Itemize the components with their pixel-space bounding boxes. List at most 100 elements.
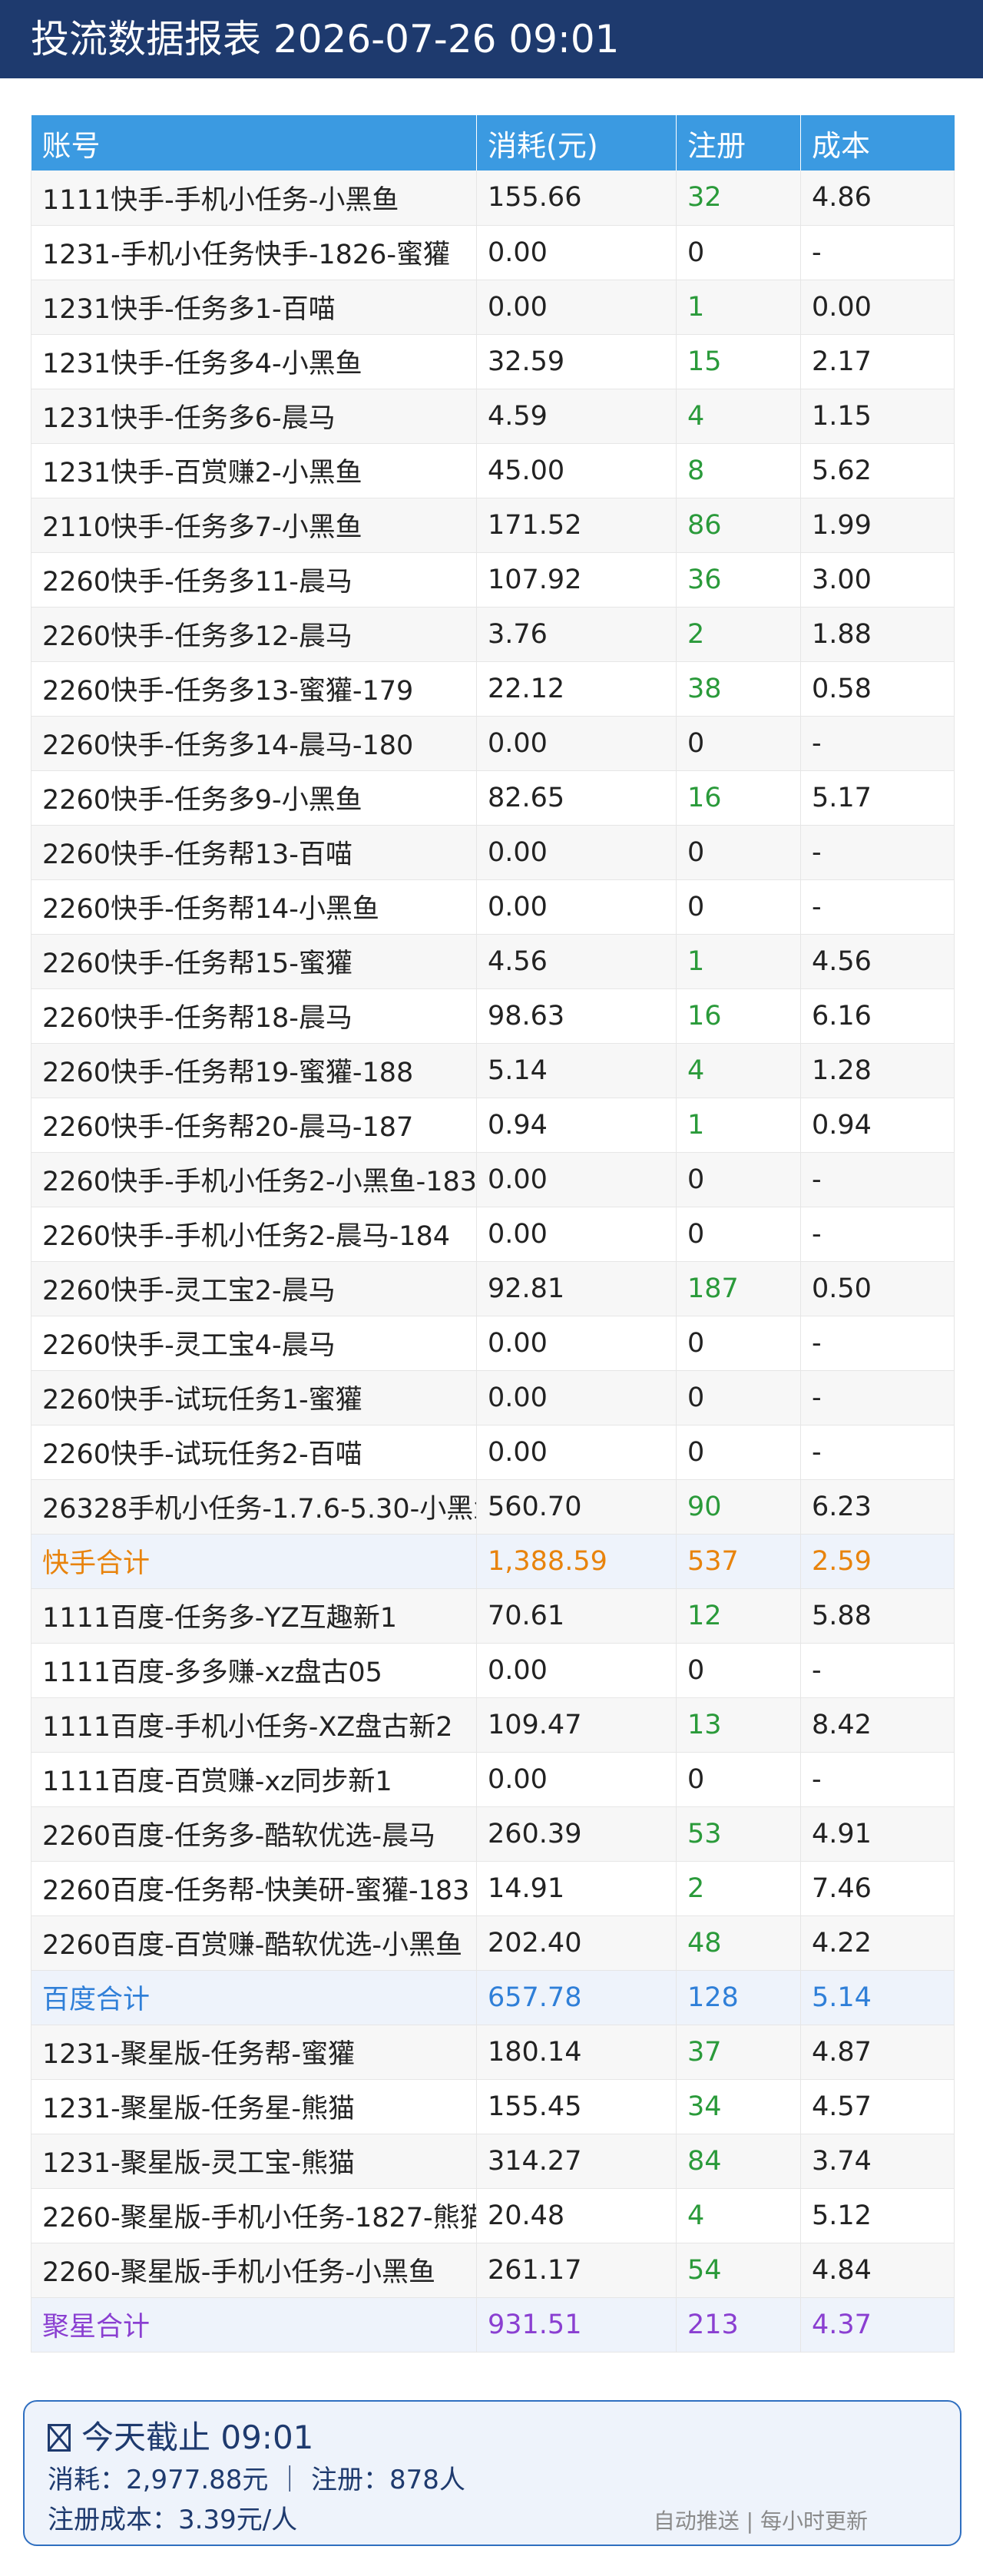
table-header-row: 账号 消耗(元) 注册 成本 bbox=[31, 115, 955, 171]
cell-account: 2260快手-任务帮19-蜜獾-188 bbox=[31, 1043, 477, 1098]
cell-cost: - bbox=[800, 1370, 955, 1425]
table-row: 2260快手-灵工宝4-晨马 0.00 0- bbox=[31, 1316, 955, 1371]
cell-account: 2260快手-任务帮18-晨马 bbox=[31, 988, 477, 1044]
table-row: 1231快手-百赏赚2-小黑鱼 45.00 8 5.62 bbox=[31, 443, 955, 498]
clock-icon bbox=[48, 2424, 71, 2452]
cell-account: 2260快手-手机小任务2-小黑鱼-183 bbox=[31, 1152, 477, 1207]
cell-spend: 4.59 bbox=[476, 389, 677, 444]
table-row: 1111百度-任务多-YZ互趣新1 70.61 12 5.88 bbox=[31, 1588, 955, 1644]
cell-cost: 1.15 bbox=[800, 389, 955, 444]
cell-cost: 0.50 bbox=[800, 1261, 955, 1316]
table-row: 1231-聚星版-任务星-熊猫 155.45 34 4.57 bbox=[31, 2079, 955, 2134]
cell-cost: 5.12 bbox=[800, 2188, 955, 2243]
column-header-spend: 消耗(元) bbox=[476, 115, 677, 171]
table-row: 2260快手-任务帮15-蜜獾 4.56 1 4.56 bbox=[31, 934, 955, 989]
cell-account: 2260快手-任务多14-晨马-180 bbox=[31, 716, 477, 771]
update-note: 自动推送 | 每小时更新 bbox=[653, 2508, 868, 2534]
cell-cost: 2.17 bbox=[800, 334, 955, 389]
cell-spend: 657.78 bbox=[476, 1970, 677, 2025]
cell-register: 0 bbox=[676, 225, 801, 280]
cell-spend: 260.39 bbox=[476, 1806, 677, 1862]
cell-account: 2260-聚星版-手机小任务-1827-熊猫 bbox=[31, 2188, 477, 2243]
cell-spend: 107.92 bbox=[476, 552, 677, 608]
summary-title: 今天截止 09:01 bbox=[81, 2419, 314, 2456]
cell-spend: 0.00 bbox=[476, 1370, 677, 1425]
table-row: 2260百度-任务多-酷软优选-晨马 260.39 53 4.91 bbox=[31, 1806, 955, 1862]
cell-account: 2260百度-百赏赚-酷软优选-小黑鱼 bbox=[31, 1915, 477, 1971]
column-header-register: 注册 bbox=[676, 115, 801, 171]
cell-register: 84 bbox=[676, 2134, 801, 2189]
cell-account: 2260百度-任务帮-快美研-蜜獾-183 bbox=[31, 1861, 477, 1916]
summary-bottom-row: 注册成本：3.39元/人 自动推送 | 每小时更新 bbox=[48, 2500, 937, 2540]
cell-spend: 0.00 bbox=[476, 1152, 677, 1207]
table-row: 2260快手-任务多13-蜜獾-179 22.12 38 0.58 bbox=[31, 661, 955, 717]
cell-register: 0 bbox=[676, 1370, 801, 1425]
table-row: 1111快手-手机小任务-小黑鱼 155.66 32 4.86 bbox=[31, 171, 955, 226]
cell-cost: 5.17 bbox=[800, 770, 955, 826]
cell-register: 16 bbox=[676, 988, 801, 1044]
cell-register: 90 bbox=[676, 1479, 801, 1535]
table-row: 2260快手-任务多12-晨马 3.76 2 1.88 bbox=[31, 607, 955, 662]
cell-spend: 0.00 bbox=[476, 225, 677, 280]
cell-account: 2260快手-任务帮14-小黑鱼 bbox=[31, 879, 477, 935]
cell-cost: 1.28 bbox=[800, 1043, 955, 1098]
table-body: 1111快手-手机小任务-小黑鱼 155.66 32 4.86 1231-手机小任务快手… bbox=[31, 171, 955, 2353]
table-row: 2110快手-任务多7-小黑鱼 171.52 86 1.99 bbox=[31, 498, 955, 553]
cell-cost: 6.23 bbox=[800, 1479, 955, 1535]
cell-cost: 2.59 bbox=[800, 1534, 955, 1589]
cell-cost: 1.99 bbox=[800, 498, 955, 553]
table-row: 2260快手-任务帮19-蜜獾-188 5.14 4 1.28 bbox=[31, 1043, 955, 1098]
table-row: 1111百度-多多赚-xz盘古05 0.00 0- bbox=[31, 1643, 955, 1698]
cell-register: 1 bbox=[676, 934, 801, 989]
cell-register: 16 bbox=[676, 770, 801, 826]
cell-cost: 0.94 bbox=[800, 1098, 955, 1153]
cell-register: 2 bbox=[676, 607, 801, 662]
cell-register: 0 bbox=[676, 879, 801, 935]
cell-spend: 0.00 bbox=[476, 1643, 677, 1698]
cell-spend: 0.00 bbox=[476, 1207, 677, 1262]
table-row: 1231-聚星版-灵工宝-熊猫 314.27 84 3.74 bbox=[31, 2134, 955, 2189]
report-header: 投流数据报表 2026-07-26 09:01 bbox=[0, 0, 983, 78]
report-table: 账号 消耗(元) 注册 成本 1111快手-手机小任务-小黑鱼 155.66 32 4… bbox=[31, 115, 955, 2353]
cell-account: 2260快手-任务多13-蜜獾-179 bbox=[31, 661, 477, 717]
table-row: 2260百度-百赏赚-酷软优选-小黑鱼 202.40 48 4.22 bbox=[31, 1915, 955, 1971]
cell-spend: 0.00 bbox=[476, 280, 677, 335]
table-row: 1111百度-手机小任务-XZ盘古新2 109.47 13 8.42 bbox=[31, 1697, 955, 1753]
cell-account: 1111百度-任务多-YZ互趣新1 bbox=[31, 1588, 477, 1644]
cell-cost: 5.14 bbox=[800, 1970, 955, 2025]
cell-account: 2260快手-任务多11-晨马 bbox=[31, 552, 477, 608]
cell-register: 187 bbox=[676, 1261, 801, 1316]
cell-cost: - bbox=[800, 1207, 955, 1262]
cell-account: 2260-聚星版-手机小任务-小黑鱼 bbox=[31, 2243, 477, 2298]
cell-register: 0 bbox=[676, 1425, 801, 1480]
cell-cost: 4.84 bbox=[800, 2243, 955, 2298]
cell-register: 48 bbox=[676, 1915, 801, 1971]
table-row: 2260-聚星版-手机小任务-1827-熊猫 20.48 4 5.12 bbox=[31, 2188, 955, 2243]
table-row: 2260快手-任务多9-小黑鱼 82.65 16 5.17 bbox=[31, 770, 955, 826]
table-row: 2260快手-任务多11-晨马 107.92 36 3.00 bbox=[31, 552, 955, 608]
cell-cost: 4.91 bbox=[800, 1806, 955, 1862]
cell-cost: - bbox=[800, 879, 955, 935]
cell-register: 8 bbox=[676, 443, 801, 498]
cell-spend: 70.61 bbox=[476, 1588, 677, 1644]
cell-spend: 32.59 bbox=[476, 334, 677, 389]
cell-spend: 4.56 bbox=[476, 934, 677, 989]
table-row: 1231快手-任务多1-百喵 0.00 1 0.00 bbox=[31, 280, 955, 335]
table-row: 2260-聚星版-手机小任务-小黑鱼 261.17 54 4.84 bbox=[31, 2243, 955, 2298]
summary-card: 今天截止 09:01 消耗：2,977.88元 ｜ 注册：878人 注册成本：3… bbox=[23, 2400, 961, 2546]
cell-cost: - bbox=[800, 1316, 955, 1371]
subtotal-row: 聚星合计 931.51 213 4.37 bbox=[31, 2297, 955, 2353]
cell-register: 13 bbox=[676, 1697, 801, 1753]
cell-register: 0 bbox=[676, 1316, 801, 1371]
cell-cost: 4.37 bbox=[800, 2297, 955, 2353]
cell-cost: - bbox=[800, 1152, 955, 1207]
cell-spend: 0.00 bbox=[476, 716, 677, 771]
table-row: 2260快手-任务帮18-晨马 98.63 16 6.16 bbox=[31, 988, 955, 1044]
cell-cost: 0.00 bbox=[800, 280, 955, 335]
column-header-account: 账号 bbox=[31, 115, 477, 171]
cell-cost: 7.46 bbox=[800, 1861, 955, 1916]
cell-spend: 0.00 bbox=[476, 1316, 677, 1371]
cell-account: 1231-手机小任务快手-1826-蜜獾 bbox=[31, 225, 477, 280]
cell-register: 4 bbox=[676, 389, 801, 444]
cell-register: 2 bbox=[676, 1861, 801, 1916]
